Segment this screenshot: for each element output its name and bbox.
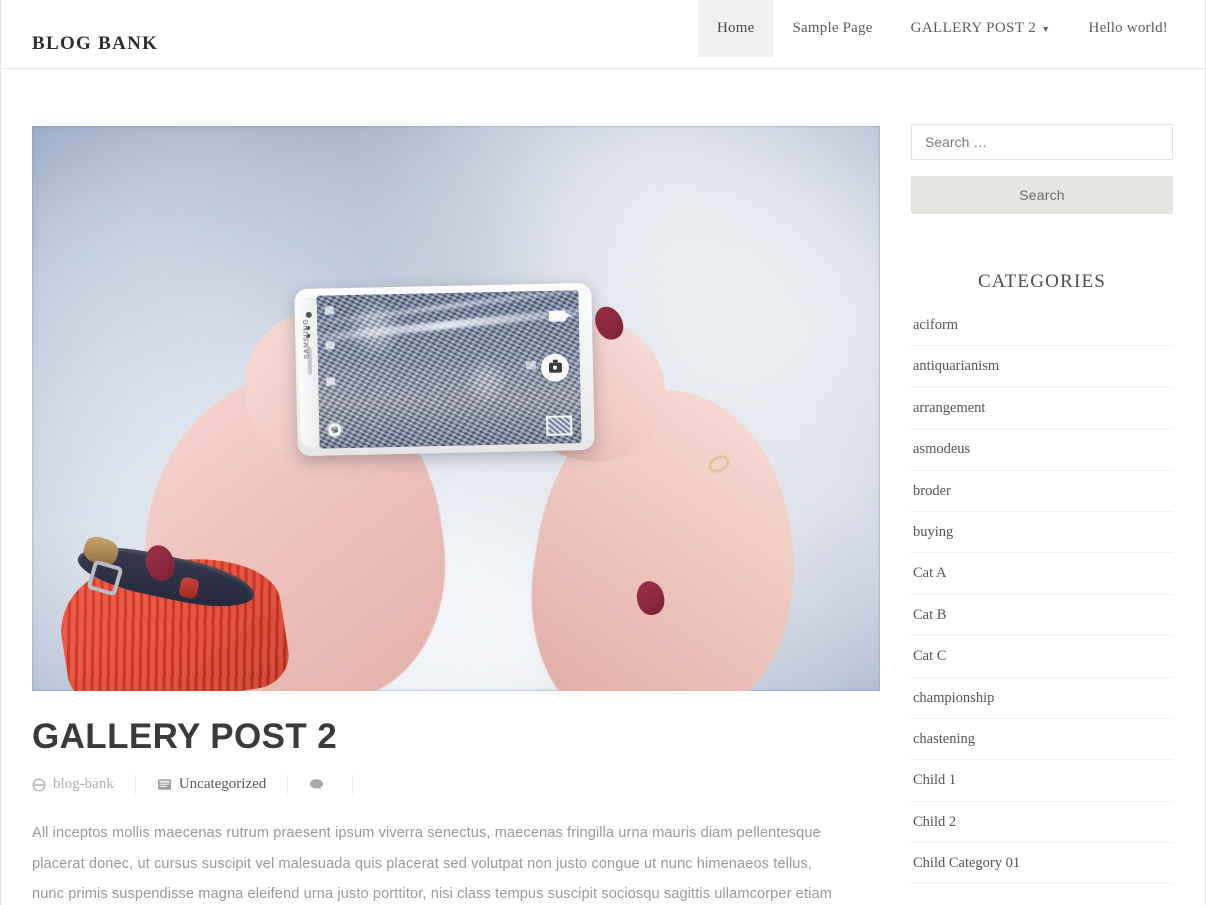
gear-icon <box>328 423 342 437</box>
post-category[interactable]: Uncategorized <box>157 775 289 795</box>
main-content: SAMSUNG GALLERY POST 2 blog-bank Uncateg… <box>32 69 882 905</box>
nav-item-label: Sample Page <box>792 20 873 36</box>
hdr-icon <box>525 361 537 370</box>
nav-item-label: Home <box>717 20 755 36</box>
category-item-cat-c[interactable]: Cat C <box>911 636 1173 678</box>
categories-widget: CATEGORIES aciform antiquarianism arrang… <box>911 271 1173 885</box>
phone-screen <box>316 290 582 449</box>
folder-icon <box>157 778 172 791</box>
video-camera-icon <box>548 310 567 322</box>
chevron-down-icon: ▼ <box>1041 24 1051 34</box>
post-category-label: Uncategorized <box>178 776 267 793</box>
nav-item-home[interactable]: Home <box>698 0 774 57</box>
phone-side-edge: SAMSUNG <box>297 296 319 449</box>
category-item-championship[interactable]: championship <box>911 678 1173 719</box>
nav-item-label: GALLERY POST 2 <box>910 20 1037 36</box>
post-excerpt: All inceptos mollis maecenas rutrum prae… <box>32 825 832 902</box>
post-title[interactable]: GALLERY POST 2 <box>32 717 882 757</box>
page-layout: SAMSUNG GALLERY POST 2 blog-bank Uncateg… <box>1 69 1205 905</box>
category-item-child-1[interactable]: Child 1 <box>911 760 1173 802</box>
category-item-child-category-01[interactable]: Child Category 01 <box>911 843 1173 885</box>
site-header: BLOG BANK Home Sample Page GALLERY POST … <box>1 0 1205 69</box>
phone-brand-label: SAMSUNG <box>302 318 311 359</box>
category-item-child-2[interactable]: Child 2 <box>911 802 1173 844</box>
category-item-arrangement[interactable]: arrangement <box>911 388 1173 430</box>
search-widget: Search <box>911 124 1173 214</box>
site-title[interactable]: BLOG BANK <box>1 0 158 53</box>
nav-item-label: Hello world! <box>1088 20 1168 36</box>
phone-camera-lens <box>305 311 312 318</box>
main-navigation: Home Sample Page GALLERY POST 2 ▼ Hello … <box>698 0 1205 57</box>
page-frame: BLOG BANK Home Sample Page GALLERY POST … <box>0 0 1206 905</box>
nav-item-hello-world[interactable]: Hello world! <box>1070 0 1187 57</box>
categories-widget-title: CATEGORIES <box>977 271 1107 292</box>
post-author[interactable]: blog-bank <box>32 775 136 795</box>
search-button[interactable]: Search <box>911 176 1173 214</box>
category-item-cat-a[interactable]: Cat A <box>911 553 1173 595</box>
post-featured-image[interactable]: SAMSUNG <box>32 126 880 691</box>
camera-mode-icon <box>324 306 334 315</box>
category-list: aciform antiquarianism arrangement asmod… <box>911 317 1173 885</box>
category-item-chastening[interactable]: chastening <box>911 719 1173 761</box>
search-input[interactable] <box>911 124 1173 160</box>
screen-streak <box>316 306 582 343</box>
user-icon <box>32 778 46 792</box>
post-comments[interactable] <box>309 775 354 795</box>
smartphone: SAMSUNG <box>294 282 595 457</box>
category-item-broder[interactable]: broder <box>911 471 1173 512</box>
camera-shutter-button <box>540 352 570 382</box>
post-author-label: blog-bank <box>53 776 114 793</box>
category-item-asmodeus[interactable]: asmodeus <box>911 429 1173 471</box>
comment-icon <box>309 778 324 791</box>
category-item-cat-b[interactable]: Cat B <box>911 595 1173 637</box>
nav-item-sample-page[interactable]: Sample Page <box>773 0 891 57</box>
post-meta: blog-bank Uncategorized <box>32 775 882 795</box>
camera-icon <box>548 362 562 373</box>
category-item-antiquarianism[interactable]: antiquarianism <box>911 346 1173 388</box>
nav-item-gallery-post-2[interactable]: GALLERY POST 2 ▼ <box>892 0 1070 57</box>
category-item-buying[interactable]: buying <box>911 512 1173 554</box>
sidebar: Search CATEGORIES aciform antiquarianism… <box>911 69 1173 885</box>
camera-mode-icon <box>326 377 336 386</box>
gallery-thumbnail-icon <box>545 415 573 436</box>
camera-mode-icon <box>325 341 335 350</box>
category-item-aciform[interactable]: aciform <box>911 317 1173 347</box>
